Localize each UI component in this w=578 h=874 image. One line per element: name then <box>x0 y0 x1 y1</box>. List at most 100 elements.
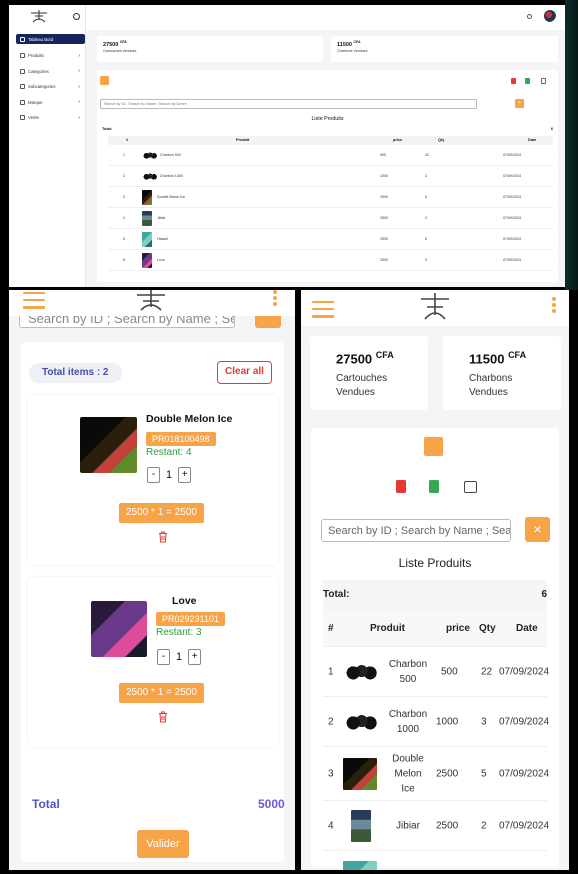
more-options-icon[interactable] <box>552 297 556 314</box>
hamburger-menu-icon[interactable] <box>312 301 334 318</box>
line-total: 2500 * 1 = 2500 <box>119 683 204 703</box>
product-date: 07/09/2024 <box>503 216 521 220</box>
clear-search-button[interactable]: × <box>525 517 550 542</box>
stat-label-line: Vendues <box>469 387 508 399</box>
product-date: 07/09/2024 <box>499 716 550 728</box>
menu-item-icon <box>20 99 25 105</box>
total-value: 6 <box>550 127 553 131</box>
stat-label: Charbons Vendues <box>337 48 368 53</box>
stat-label-line: Vendues <box>336 387 375 399</box>
sidebar-item-label: Tableau Bord <box>28 36 54 42</box>
stat-card-charbons: 11500 CFA Charbons Vendues <box>331 36 558 62</box>
sidebar-item[interactable]: Categories › <box>16 64 85 80</box>
increment-button[interactable]: + <box>178 467 192 483</box>
search-input[interactable]: Search by ID ; Search by Name ; Search b… <box>100 99 477 109</box>
product-price: 1000 <box>380 174 388 178</box>
sidebar-item[interactable]: Vente › <box>16 110 85 126</box>
menu-item-icon <box>20 36 25 42</box>
validate-button[interactable]: Valider <box>137 830 189 858</box>
sidebar-toggle-icon[interactable] <box>73 13 80 20</box>
table-row[interactable]: 4 Jibiar 2500 2 07/09/2024 <box>108 208 553 229</box>
table-row[interactable]: 5Hawaii2500807/09/2024 <box>323 851 547 870</box>
cart-total-value: 5000 <box>258 797 285 811</box>
table-row[interactable]: 2 Charbon 1000 1000 3 07/09/2024 <box>323 697 550 747</box>
chevron-right-icon: › <box>78 68 80 75</box>
product-image <box>142 173 157 180</box>
product-name-line: Charbon <box>388 709 428 720</box>
sidebar-item[interactable]: Subcategories › <box>16 79 85 95</box>
table-row[interactable]: 2 Charbon 1000 1000 3 07/09/2024 <box>108 166 553 187</box>
product-price: 2500 <box>380 237 388 241</box>
product-price: 500 <box>380 153 386 157</box>
mobile-topbar <box>301 290 569 326</box>
clear-all-button[interactable]: Clear all <box>217 361 272 384</box>
menu-item-icon <box>20 68 25 74</box>
sidebar-item[interactable]: Tableau Bord <box>16 34 85 44</box>
print-icon[interactable] <box>464 481 477 493</box>
product-date: 07/09/2024 <box>503 153 521 157</box>
row-number: 4 <box>123 216 125 220</box>
table-row[interactable]: 1 Charbon 500 500 22 07/09/2024 <box>323 647 550 697</box>
product-name: Hawaii <box>157 237 168 241</box>
table-row[interactable]: 5Hawaii2500807/09/2024 <box>108 229 553 250</box>
table-row[interactable]: 4 Jibiar 2500 2 07/09/2024 <box>323 801 549 851</box>
chevron-right-icon: › <box>78 52 80 59</box>
table-row[interactable]: 6 Love 2500 3 07/09/2024 <box>108 250 553 271</box>
sidebar-menu: Tableau Bord Produits › Categories › Subcateg… <box>16 34 85 126</box>
table-row[interactable]: 3 Double Melon Ice 2500 5 07/09/2024 <box>108 187 553 208</box>
table-row[interactable]: 1 Charbon 500 500 22 07/09/2024 <box>108 145 553 166</box>
pdf-export-icon[interactable] <box>511 78 516 84</box>
trash-icon[interactable] <box>158 531 168 543</box>
product-name-line: 500 <box>399 674 417 685</box>
cart-total-label: Total <box>32 797 60 811</box>
product-image <box>343 758 377 790</box>
excel-export-icon[interactable] <box>525 78 530 84</box>
column-header: Date <box>516 623 538 634</box>
decrement-button[interactable]: - <box>147 467 160 483</box>
column-header: Produit <box>236 138 250 142</box>
filter-icon[interactable] <box>100 76 109 85</box>
print-icon[interactable] <box>541 78 546 84</box>
filter-icon[interactable] <box>424 437 443 456</box>
excel-export-icon[interactable] <box>429 480 439 493</box>
sidebar-item[interactable]: Produits › <box>16 48 85 64</box>
product-name: Double Melon Ice <box>383 752 433 797</box>
avatar[interactable] <box>544 10 556 22</box>
more-options-icon[interactable] <box>273 290 277 307</box>
clear-search-button[interactable]: × <box>515 99 524 108</box>
product-name: Charbon 500 <box>160 153 181 157</box>
row-number: 5 <box>123 237 125 241</box>
total-label: Total: <box>323 589 350 600</box>
stat-value: 11500 <box>337 41 352 48</box>
stat-label-line: Charbons <box>469 373 513 385</box>
product-price: 2500 <box>380 258 388 262</box>
product-date: 07/09/2024 <box>499 666 550 678</box>
search-icon[interactable] <box>527 14 532 19</box>
chevron-right-icon: › <box>78 99 80 106</box>
trash-icon[interactable] <box>158 711 168 723</box>
decrement-button[interactable]: - <box>157 649 170 665</box>
table-row[interactable]: 3 Double Melon Ice 2500 5 07/09/2024 <box>323 747 549 801</box>
product-price: 2500 <box>380 216 388 220</box>
product-image <box>80 417 137 473</box>
product-qty: 3 <box>481 716 487 728</box>
chevron-right-icon: › <box>78 114 80 121</box>
product-ref-badge: PR029231101 <box>156 612 225 626</box>
stat-value: 27500 <box>103 41 119 48</box>
hamburger-menu-icon[interactable] <box>23 292 45 309</box>
increment-button[interactable]: + <box>188 649 202 665</box>
total-label: Total: <box>102 127 113 131</box>
product-date: 07/09/2024 <box>503 174 521 178</box>
row-number: 1 <box>328 666 334 678</box>
column-header: Date <box>528 138 537 142</box>
product-name: Jibiar <box>157 216 166 220</box>
row-number: 2 <box>328 716 334 728</box>
product-image <box>91 601 147 657</box>
stat-card-cartouches: 27500 CFA Cartouches Vendues <box>310 336 428 410</box>
cart-item: Double Melon Ice PR018100498 Restant: 4 -1 +… <box>28 395 279 565</box>
hookah-logo-icon <box>31 10 47 23</box>
pdf-export-icon[interactable] <box>396 480 406 493</box>
search-input[interactable]: Search by ID ; Search by Name ; Search b… <box>321 519 511 542</box>
sidebar-item[interactable]: Marque › <box>16 95 85 111</box>
chevron-right-icon: › <box>78 83 80 90</box>
